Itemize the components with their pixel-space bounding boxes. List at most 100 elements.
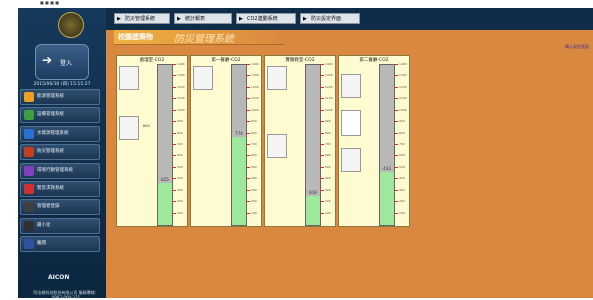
sidebar-item-water[interactable]: 水資源管理系統: [20, 125, 100, 142]
gauge-tick: [172, 121, 176, 122]
building-icon: [24, 165, 34, 176]
gauge-tick: [320, 167, 324, 168]
gauge-tick-label: 200: [399, 199, 405, 203]
exit-icon: [24, 239, 34, 250]
page-banner: 校園建築物 防災管理系統: [114, 30, 284, 45]
gauge-tick: [172, 167, 176, 168]
shield-icon: [24, 147, 34, 158]
gauge-tick: [172, 213, 176, 214]
gauge-tick-label: 1300: [325, 73, 333, 77]
gear-icon: [24, 110, 34, 121]
tab-disaster-settings[interactable]: 防災設定界面: [300, 13, 360, 25]
water-icon: [24, 128, 34, 139]
sidebar-item-disaster[interactable]: 防災管理系統: [20, 144, 100, 161]
settings-link[interactable]: 購入設定頁面: [565, 44, 589, 50]
gauge-tick-label: 800: [251, 131, 257, 135]
gauge-tick-label: 1100: [251, 96, 259, 100]
company-info: 阿法微科技股份有限公司 服務專線：0987-000-321: [33, 290, 99, 300]
gauge-fill: [232, 137, 246, 225]
sidebar-item-minimize[interactable]: 最小化: [20, 217, 100, 234]
sidebar-item-label: 防災管理系統: [37, 149, 64, 155]
sidebar-item-admin[interactable]: 管理者登錄: [20, 199, 100, 216]
school-emblem-icon: [58, 12, 84, 38]
tab-co2-linkage[interactable]: CO2連動系統: [236, 13, 296, 25]
gauge-tick-label: 700: [399, 142, 405, 146]
gauge-tick: [394, 155, 398, 156]
gauge-tick-label: 100: [399, 211, 405, 215]
co2-panel-restaurant-1: 第一餐廳-CO2 774 1400 1300 1200 1100 1000 900 800 7…: [190, 55, 262, 227]
gauge-fill: [158, 183, 172, 225]
gauge-tick-label: 100: [251, 211, 257, 215]
gauge-tick: [320, 110, 324, 111]
gauge-tick-label: 1000: [325, 108, 333, 112]
gauge-tick-label: 700: [325, 142, 331, 146]
gauge-tick-label: 1200: [325, 85, 333, 89]
gauge-tick: [246, 144, 250, 145]
sidebar-item-equipment[interactable]: 設備管理系統: [20, 107, 100, 124]
sun-icon: [24, 92, 34, 102]
gauge-tick-label: 1200: [251, 85, 259, 89]
sidebar-menu: 能源管理系統 設備管理系統 水資源管理系統 防災管理系統 環境行動管理系統 緊急…: [20, 89, 100, 255]
gauge-tick: [246, 155, 250, 156]
top-nav: 防災管理系統 統計報表 CO2連動系統 防災設定界面: [106, 8, 593, 30]
gauge-tick: [246, 213, 250, 214]
gauge-tick: [172, 98, 176, 99]
tab-statistics[interactable]: 統計報表: [174, 13, 232, 25]
gauge-tick-label: 500: [177, 165, 183, 169]
co2-panel-processing-room: 處理室-CO2 825 1400 1300 1200 1100 1000 900 800 70…: [116, 55, 188, 227]
gauge-value: 774: [235, 131, 243, 136]
co2-gauge: 825: [157, 64, 173, 226]
gauge-tick: [320, 178, 324, 179]
tab-disaster-management[interactable]: 防災管理系統: [114, 13, 170, 25]
sidebar-item-energy[interactable]: 能源管理系統: [20, 89, 100, 105]
sidebar-item-label: 離開: [37, 241, 46, 247]
gauge-fill: [306, 196, 320, 225]
gauge-tick-label: 800: [399, 131, 405, 135]
gauge-tick-label: 400: [251, 176, 257, 180]
gauge-tick-label: 900: [177, 119, 183, 123]
gauge-tick-label: 1100: [325, 96, 333, 100]
gauge-tick: [172, 133, 176, 134]
gauge-tick: [394, 178, 398, 179]
gauge-tick: [320, 144, 324, 145]
login-button[interactable]: ➔ 登入: [35, 44, 89, 80]
gauge-tick-label: 100: [177, 211, 183, 215]
login-label: 登入: [60, 60, 73, 67]
gauge-tick-label: 1000: [251, 108, 259, 112]
gauge-tick: [320, 201, 324, 202]
gauge-tick-label: 200: [177, 199, 183, 203]
user-icon: [24, 202, 34, 213]
brand-logo: AICON: [48, 274, 70, 281]
sidebar-item-label: 緊急求救系統: [37, 185, 64, 191]
gauge-tick: [394, 213, 398, 214]
gauge-tick-label: 900: [399, 119, 405, 123]
gauge-tick: [394, 144, 398, 145]
top-strip: ■ ■ ■ ■: [0, 0, 593, 8]
gauge-tick: [320, 155, 324, 156]
gauge-tick-label: 600: [399, 153, 405, 157]
co2-gauge: 433: [379, 64, 395, 226]
document-icon: [193, 66, 213, 90]
gauge-tick-label: 100: [325, 211, 331, 215]
sidebar-item-environment[interactable]: 環境行動管理系統: [20, 162, 100, 179]
sidebar-item-label: 設備管理系統: [37, 112, 64, 118]
gauge-tick: [172, 144, 176, 145]
gauge-tick: [246, 190, 250, 191]
gauge-fill: [380, 172, 394, 225]
sidebar-item-exit[interactable]: 離開: [20, 236, 100, 253]
main-content: 校園建築物 防災管理系統 購入設定頁面 處理室-CO2 825 1400 1300…: [106, 30, 593, 298]
gauge-tick: [394, 190, 398, 191]
gauge-tick-label: 900: [251, 119, 257, 123]
gauge-tick: [394, 133, 398, 134]
gauge-tick-label: 1400: [399, 62, 407, 66]
gauge-tick-label: 1400: [325, 62, 333, 66]
gauge-tick-label: 500: [325, 165, 331, 169]
gauge-tick-label: 1300: [399, 73, 407, 77]
co2-panel-restaurant-2: 第二餐廳-CO2 433 1400 1300 1200 1100 1000 900 800 7…: [338, 55, 410, 227]
sidebar-item-emergency[interactable]: 緊急求救系統: [20, 180, 100, 197]
sidebar-item-label: 最小化: [37, 222, 51, 228]
gauge-tick: [394, 64, 398, 65]
gauge-tick-label: 600: [325, 153, 331, 157]
threshold-marker: 800: [143, 124, 150, 128]
gauge-tick: [246, 178, 250, 179]
